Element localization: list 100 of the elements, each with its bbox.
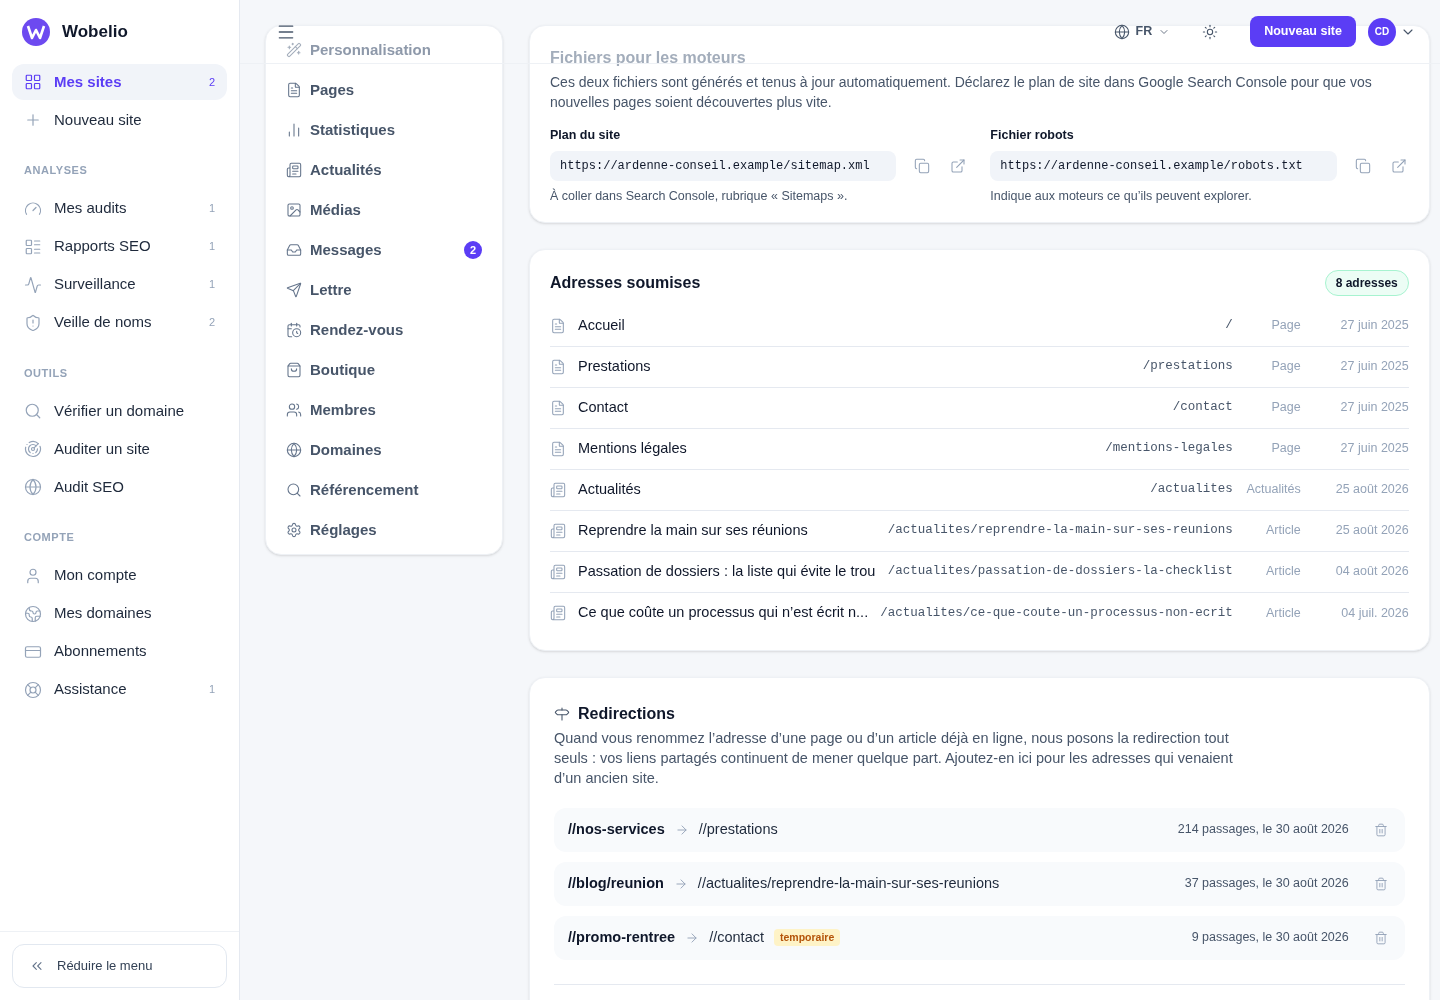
address-path: /actualites/ce-que-coute-un-processus-non-ecrit [880, 604, 1233, 622]
site-nav-item[interactable]: Domaines [286, 430, 482, 470]
document-icon [550, 317, 566, 334]
count: 1 [208, 682, 215, 698]
site-nav-item[interactable]: Boutique [286, 350, 482, 390]
bag-icon [286, 362, 302, 378]
card-description: Quand vous renommez l’adresse d’une page ou d’un article déjà en ligne, nous posons la redirection tout seuls : vos liens partagés continuent de mener quelque part. Ajoutez-en ici pour les adresses qui venaient d’un ancien site. [554, 728, 1234, 788]
sidebar-item[interactable]: Nouveau site [12, 102, 227, 138]
address-path: /mentions-legales [1105, 440, 1233, 458]
plus-icon [24, 111, 42, 129]
card-title: Adresses soumises [550, 272, 701, 293]
site-nav-item[interactable]: Médias [286, 190, 482, 230]
newspaper-icon [550, 563, 566, 580]
logo-icon [22, 18, 50, 46]
signpost-icon [554, 705, 570, 722]
address-title: Ce que coûte un processus qui n’est écrit n... [578, 603, 869, 623]
chart-icon [286, 122, 302, 138]
radar-icon [24, 440, 42, 458]
sidebar-item[interactable]: Rapports SEO 1 [12, 228, 227, 265]
redirect-source: //promo-rentree [568, 927, 676, 947]
calendar-icon [286, 322, 302, 338]
redirect-target: //actualites/reprendre-la-main-sur-ses-reunions [697, 873, 1000, 893]
sidebar-item[interactable]: Veille de noms 2 [12, 304, 227, 341]
redirect-stats: 37 passages, le 30 août 2026 [1184, 875, 1349, 893]
gauge-icon [24, 199, 42, 218]
document-icon [286, 82, 302, 98]
address-title: Passation de dossiers : la liste qui évite le trou [578, 561, 876, 581]
site-nav-item[interactable]: Réglages [286, 510, 482, 550]
list-icon [24, 237, 42, 256]
site-nav-item[interactable]: Membres [286, 390, 482, 430]
count: 1 [208, 201, 215, 217]
address-type: Article [1265, 522, 1301, 540]
sidebar-item[interactable]: Mes domaines [12, 595, 227, 632]
new-site-button[interactable]: Nouveau site [1250, 16, 1356, 47]
globe-icon [1113, 23, 1130, 40]
newspaper-icon [550, 522, 566, 539]
site-nav-item[interactable]: Pages [286, 70, 482, 110]
url-field[interactable]: https://ardenne-conseil.example/robots.txt [990, 150, 1337, 181]
sidebar-item[interactable]: Mes sites 2 [12, 64, 227, 100]
sidebar-item[interactable]: Surveillance 1 [12, 266, 227, 303]
pulse-icon [24, 275, 42, 294]
address-path: / [1225, 317, 1233, 335]
redirect-target: //prestations [698, 819, 778, 839]
card-title: Redirections [578, 703, 675, 724]
field-hint: Indique aux moteurs ce qu’ils peuvent explorer. [990, 187, 1253, 205]
newspaper-icon [550, 605, 566, 621]
search-icon [24, 402, 42, 420]
address-title: Contact [578, 397, 629, 417]
count: 1 [208, 239, 215, 255]
temporary-tag: temporaire [774, 928, 841, 947]
field-label: Plan du site [550, 127, 622, 144]
redirect-stats: 214 passages, le 30 août 2026 [1177, 821, 1349, 839]
inbox-icon [286, 242, 302, 258]
address-title: Actualités [578, 479, 642, 499]
globe-icon [24, 478, 42, 496]
settings-icon [286, 522, 302, 538]
sidebar-item[interactable]: Abonnements [12, 633, 227, 670]
site-nav-item[interactable]: Lettre [286, 270, 482, 310]
sidebar-item[interactable]: Assistance 1 [12, 671, 227, 708]
address-path: /actualites/passation-de-dossiers-la-checklist [887, 563, 1233, 581]
address-type: Page [1270, 440, 1301, 458]
sidebar-item[interactable]: Audit SEO [12, 469, 227, 505]
card-description: Ces deux fichiers sont générés et tenus à jour automatiquement. Déclarez le plan de site dans Google Search Console pour que vos nouvelles pages soient découvertes plus vite. [550, 73, 1373, 112]
field-label: Fichier robots [990, 127, 1075, 144]
section-heading: COMPTE [23, 530, 76, 545]
image-icon [286, 202, 302, 218]
sidebar-item[interactable]: Mes audits 1 [12, 190, 227, 227]
grid-icon [24, 73, 42, 91]
sidebar-item[interactable]: Mon compte [12, 557, 227, 594]
site-nav-item[interactable]: Référencement [286, 470, 482, 510]
url-field[interactable]: https://ardenne-conseil.example/sitemap.xml [550, 150, 897, 181]
sidebar-item[interactable]: Vérifier un domaine [12, 393, 227, 429]
wand-icon [286, 42, 302, 58]
collapse-menu-button[interactable]: Réduire le menu [12, 944, 227, 988]
count: 2 [208, 315, 215, 331]
document-icon [550, 358, 566, 375]
address-type: Article [1265, 563, 1301, 581]
language-selector[interactable]: FR [1113, 22, 1171, 41]
site-nav-item[interactable]: Rendez-vous [286, 310, 482, 350]
sidebar-item[interactable]: Auditer un site [12, 431, 227, 467]
site-nav-item[interactable]: Statistiques [286, 110, 482, 150]
site-nav-item[interactable]: Messages 2 [286, 230, 482, 270]
arrow-right-icon [674, 822, 689, 837]
address-date: 25 août 2026 [1334, 481, 1409, 499]
address-date: 27 juin 2025 [1339, 440, 1409, 458]
address-date: 27 juin 2025 [1339, 317, 1409, 335]
newspaper-icon [550, 481, 566, 498]
earth-icon [24, 604, 42, 623]
arrow-right-icon [673, 876, 688, 891]
address-title: Reprendre la main sur ses réunions [578, 520, 809, 540]
address-type: Actualités [1245, 481, 1301, 499]
redirect-stats: 9 passages, le 30 août 2026 [1191, 929, 1349, 947]
user-icon [24, 566, 42, 585]
users-icon [286, 402, 302, 418]
redirect-source: //nos-services [568, 819, 665, 839]
count-badge: 8 adresses [1324, 269, 1409, 296]
avatar[interactable]: CD [1368, 17, 1396, 46]
site-nav-item[interactable]: Actualités [286, 150, 482, 190]
brand-name: Wobelio [62, 21, 128, 44]
notification-badge: 2 [464, 241, 482, 259]
